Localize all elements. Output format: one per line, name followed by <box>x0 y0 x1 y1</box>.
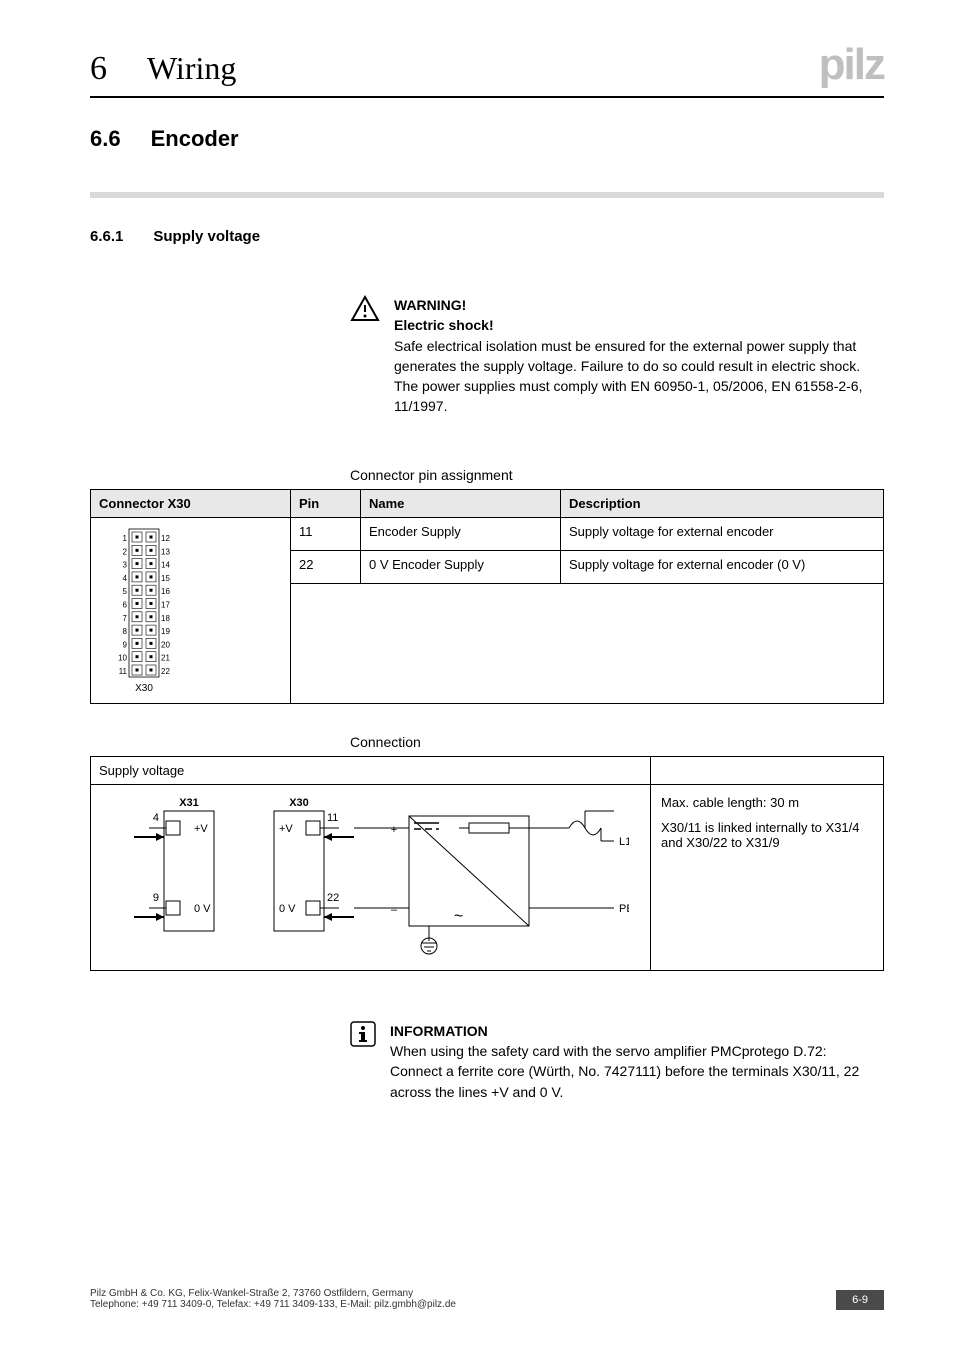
svg-text:9: 9 <box>123 640 128 649</box>
max-cable-length: Max. cable length: 30 m <box>661 795 873 810</box>
svg-text:4: 4 <box>153 812 159 824</box>
connection-notes-cell: Max. cable length: 30 m X30/11 is linked… <box>651 784 884 970</box>
subsection-header: 6.6.1 Supply voltage <box>90 228 884 245</box>
desc-cell: Supply voltage for external encoder <box>561 517 884 550</box>
chapter-header: 6 Wiring <box>90 50 884 98</box>
connection-header: Supply voltage <box>91 756 651 784</box>
svg-text:8: 8 <box>123 627 128 636</box>
svg-text:~: ~ <box>454 908 463 925</box>
internal-link-note: X30/11 is linked internally to X31/4 and… <box>661 820 873 850</box>
name-cell: 0 V Encoder Supply <box>361 550 561 583</box>
svg-text:0 V: 0 V <box>279 903 296 915</box>
svg-text:X30: X30 <box>289 797 309 809</box>
svg-text:20: 20 <box>161 640 170 649</box>
warning-heading: WARNING! <box>394 295 874 315</box>
footer-contact: Telephone: +49 711 3409-0, Telefax: +49 … <box>90 1299 456 1310</box>
svg-text:17: 17 <box>161 600 170 609</box>
table-row: Connector X30 Pin Name Description <box>91 489 884 517</box>
svg-text:X30: X30 <box>135 683 153 694</box>
svg-text:3: 3 <box>123 560 128 569</box>
svg-text:+V: +V <box>194 823 208 835</box>
svg-text:7: 7 <box>123 614 128 623</box>
pin-table-caption: Connector pin assignment <box>350 467 884 483</box>
section-header: 6.6 Encoder <box>90 126 884 152</box>
information-callout: INFORMATION When using the safety card w… <box>350 1021 874 1102</box>
desc-cell: Supply voltage for external encoder (0 V… <box>561 550 884 583</box>
subsection-number: 6.6.1 <box>90 228 123 245</box>
table-row: X30 11221331441551661771881992010211122 … <box>91 517 884 550</box>
svg-text:21: 21 <box>161 653 170 662</box>
wiring-diagram: X31 4 +V 9 0 V <box>99 791 629 961</box>
warning-subheading: Electric shock! <box>394 315 874 335</box>
svg-text:14: 14 <box>161 560 170 569</box>
svg-text:PE: PE <box>619 903 629 915</box>
svg-text:19: 19 <box>161 627 170 636</box>
svg-text:9: 9 <box>153 892 159 904</box>
pin-cell: 11 <box>291 517 361 550</box>
warning-callout: WARNING! Electric shock! Safe electrical… <box>350 295 874 417</box>
col-header: Pin <box>291 489 361 517</box>
connection-table: Supply voltage X31 4 +V <box>90 756 884 971</box>
svg-text:–: – <box>391 904 398 916</box>
info-heading: INFORMATION <box>390 1021 874 1041</box>
connection-caption: Connection <box>350 734 884 750</box>
info-text: When using the safety card with the serv… <box>390 1043 859 1100</box>
chapter-number: 6 <box>90 50 107 88</box>
svg-text:11: 11 <box>327 812 338 824</box>
page-footer: Pilz GmbH & Co. KG, Felix-Wankel-Straße … <box>90 1288 884 1310</box>
svg-text:0 V: 0 V <box>194 903 211 915</box>
svg-text:12: 12 <box>161 534 170 543</box>
table-row: X31 4 +V 9 0 V <box>91 784 884 970</box>
svg-text:1: 1 <box>123 534 128 543</box>
footer-address: Pilz GmbH & Co. KG, Felix-Wankel-Straße … <box>90 1288 456 1299</box>
warning-text: Safe electrical isolation must be ensure… <box>394 338 862 415</box>
connector-diagram-cell: X30 11221331441551661771881992010211122 <box>91 517 291 703</box>
empty-cell <box>651 756 884 784</box>
svg-text:L1: L1 <box>619 836 629 848</box>
svg-text:+: + <box>391 824 397 836</box>
col-header: Description <box>561 489 884 517</box>
svg-text:+V: +V <box>279 823 293 835</box>
svg-text:2: 2 <box>123 547 128 556</box>
table-row: Supply voltage <box>91 756 884 784</box>
svg-text:11: 11 <box>119 667 128 676</box>
name-cell: Encoder Supply <box>361 517 561 550</box>
section-number: 6.6 <box>90 126 121 152</box>
svg-text:22: 22 <box>327 892 339 904</box>
section-divider <box>90 192 884 198</box>
svg-text:22: 22 <box>161 667 170 676</box>
col-header: Name <box>361 489 561 517</box>
svg-text:6: 6 <box>123 600 128 609</box>
brand-logo: pilz <box>819 40 884 90</box>
empty-cell <box>291 583 884 703</box>
connector-x30-icon: X30 11221331441551661771881992010211122 <box>99 524 189 694</box>
svg-text:15: 15 <box>161 574 170 583</box>
pin-assignment-table: Connector X30 Pin Name Description X30 1… <box>90 489 884 704</box>
col-header: Connector X30 <box>91 489 291 517</box>
svg-text:18: 18 <box>161 614 170 623</box>
svg-text:10: 10 <box>118 653 127 662</box>
svg-text:X31: X31 <box>179 797 199 809</box>
svg-text:13: 13 <box>161 547 170 556</box>
subsection-title: Supply voltage <box>153 228 260 245</box>
pin-cell: 22 <box>291 550 361 583</box>
svg-text:5: 5 <box>123 587 128 596</box>
svg-text:4: 4 <box>123 574 128 583</box>
wiring-diagram-cell: X31 4 +V 9 0 V <box>91 784 651 970</box>
svg-text:16: 16 <box>161 587 170 596</box>
page-number: 6-9 <box>836 1290 884 1310</box>
info-icon <box>350 1021 376 1102</box>
warning-icon <box>350 295 380 417</box>
section-title: Encoder <box>151 126 239 152</box>
chapter-title: Wiring <box>147 50 236 87</box>
